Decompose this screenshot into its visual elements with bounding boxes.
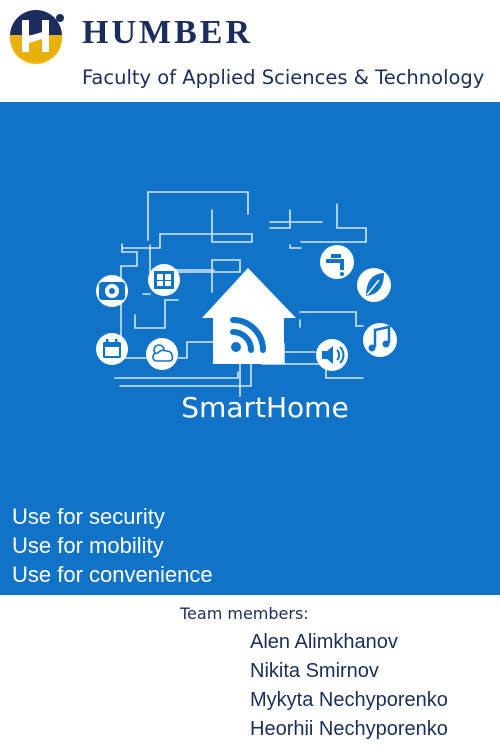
hero-panel: SmartHome Use for security Use for mobil… <box>0 102 500 595</box>
speaker-icon <box>316 339 348 371</box>
team-member: Alen Alimkhanov <box>250 631 398 653</box>
product-name: SmartHome <box>181 391 349 424</box>
music-note-icon <box>363 323 397 357</box>
team-member: Heorhii Nechyporenko <box>250 718 448 740</box>
leaf-icon <box>357 268 391 302</box>
team-member: Mykyta Nechyporenko <box>250 689 448 711</box>
team-member: Nikita Smirnov <box>250 660 379 682</box>
faculty-name: Faculty of Applied Sciences & Technology <box>82 66 485 89</box>
team-title: Team members: <box>180 604 309 623</box>
washing-machine-icon <box>96 275 128 307</box>
faucet-icon <box>320 245 354 279</box>
calendar-icon <box>96 333 128 365</box>
use-item: Use for mobility <box>12 533 164 558</box>
humber-logo-icon <box>10 10 64 64</box>
header: HUMBER Faculty of Applied Sciences & Tec… <box>0 0 500 102</box>
use-item: Use for security <box>12 504 165 529</box>
weather-icon <box>146 338 178 370</box>
use-item: Use for convenience <box>12 562 213 587</box>
team-members-list: Alen Alimkhanov Nikita Smirnov Mykyta Ne… <box>250 628 448 744</box>
window-icon <box>148 264 180 296</box>
use-list: Use for security Use for mobility Use fo… <box>12 502 213 589</box>
brand-name: HUMBER <box>82 14 253 51</box>
